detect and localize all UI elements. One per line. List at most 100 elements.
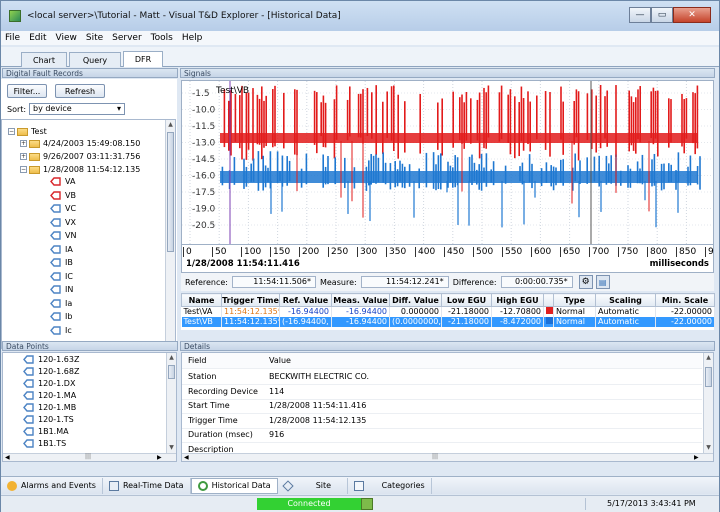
scroll-thumb[interactable] bbox=[705, 367, 712, 387]
tree-signal[interactable]: VN bbox=[50, 231, 76, 240]
tag-icon bbox=[23, 355, 34, 364]
expand-icon[interactable]: + bbox=[20, 153, 27, 160]
tree-record[interactable]: − 1/28/2008 11:54:12.135 bbox=[20, 165, 140, 174]
column-header[interactable]: Scaling bbox=[595, 293, 656, 307]
close-button[interactable]: ✕ bbox=[673, 7, 711, 23]
table-cell: -22.00000 bbox=[655, 306, 715, 317]
tree-signal[interactable]: Ic bbox=[50, 326, 72, 335]
chart-settings-icon[interactable]: ▤ bbox=[595, 275, 610, 289]
tab-historical-data[interactable]: Historical Data bbox=[190, 477, 278, 494]
scroll-up-icon[interactable]: ▲ bbox=[168, 354, 175, 362]
difference-value[interactable]: 0:00:00.735* bbox=[500, 276, 573, 288]
scroll-left-icon[interactable]: ◀ bbox=[184, 454, 189, 461]
scroll-thumb[interactable] bbox=[168, 365, 175, 379]
x-tick-label: 700 bbox=[592, 247, 610, 257]
color-swatch[interactable] bbox=[546, 317, 553, 324]
data-point-item[interactable]: 120-1.68Z bbox=[23, 367, 79, 376]
column-header[interactable]: Trigger Time bbox=[221, 293, 280, 307]
menu-server[interactable]: Server bbox=[112, 33, 142, 43]
column-header[interactable]: Diff. Value bbox=[389, 293, 442, 307]
column-header[interactable]: Min. Scale bbox=[655, 293, 715, 307]
data-points-scrollbar[interactable]: ▲ ▼ bbox=[166, 353, 176, 453]
data-point-item[interactable]: 120-1.DX bbox=[23, 379, 75, 388]
tree-signal[interactable]: IB bbox=[50, 258, 73, 267]
details-value: 114 bbox=[269, 386, 285, 396]
tree-signal[interactable]: IC bbox=[50, 272, 73, 281]
color-swatch[interactable] bbox=[546, 307, 553, 315]
menu-help[interactable]: Help bbox=[182, 33, 203, 43]
scroll-left-icon[interactable]: ◀ bbox=[5, 454, 10, 461]
scroll-right-icon[interactable]: ▶ bbox=[157, 454, 162, 461]
tab-query[interactable]: Query bbox=[69, 52, 121, 67]
column-header[interactable]: High EGU bbox=[491, 293, 544, 307]
tree-signal[interactable]: IN bbox=[50, 285, 73, 294]
menu-file[interactable]: File bbox=[5, 33, 20, 43]
signals-graph[interactable]: -1.5 -10.0 -11.5 -13.0 -14.5 -16.0 -17.5 -19.0 -… bbox=[181, 80, 714, 245]
menu-view[interactable]: View bbox=[56, 33, 77, 43]
categories-icon bbox=[353, 480, 364, 491]
tree-signal[interactable]: Ib bbox=[50, 312, 72, 321]
data-point-item[interactable]: 120-1.TS bbox=[23, 415, 74, 424]
tab-chart[interactable]: Chart bbox=[21, 52, 67, 67]
scroll-right-icon[interactable]: ▶ bbox=[694, 454, 699, 461]
data-point-item[interactable]: 1B1.TS bbox=[23, 439, 66, 448]
collapse-icon[interactable]: − bbox=[20, 166, 27, 173]
tree-root[interactable]: − Test bbox=[8, 127, 47, 136]
column-header[interactable]: Name bbox=[181, 293, 222, 307]
filter-button[interactable]: Filter... bbox=[7, 84, 47, 98]
minimize-button[interactable]: — bbox=[629, 7, 651, 23]
tab-alarms-events[interactable]: Alarms and Events bbox=[1, 477, 103, 494]
column-header[interactable]: Type bbox=[553, 293, 596, 307]
scroll-up-icon[interactable]: ▲ bbox=[705, 354, 712, 362]
tab-dfr[interactable]: DFR bbox=[123, 51, 163, 67]
tab-real-time-data[interactable]: Real-Time Data bbox=[103, 477, 191, 494]
x-tick-mark bbox=[473, 247, 474, 257]
time-unit: milliseconds bbox=[649, 259, 709, 269]
tree-record[interactable]: +9/26/2007 03:11:31.756 bbox=[20, 152, 140, 161]
reference-value[interactable]: 11:54:11.506* bbox=[231, 276, 316, 288]
refresh-button[interactable]: Refresh bbox=[55, 84, 105, 98]
sort-select[interactable]: by device ▾ bbox=[29, 103, 125, 115]
menu-edit[interactable]: Edit bbox=[29, 33, 46, 43]
tree-signal[interactable]: VX bbox=[50, 218, 76, 227]
scroll-down-icon[interactable]: ▼ bbox=[705, 444, 712, 452]
bell-icon bbox=[7, 480, 17, 491]
measure-value[interactable]: 11:54:12.241* bbox=[360, 276, 449, 288]
folder-icon bbox=[29, 165, 40, 174]
tab-categories[interactable]: Categories bbox=[348, 477, 432, 494]
tree-record[interactable]: +4/24/2003 15:49:08.150 bbox=[20, 139, 140, 148]
x-tick-mark bbox=[618, 247, 619, 257]
gear-icon[interactable]: ⚙ bbox=[578, 275, 593, 289]
collapse-icon[interactable]: − bbox=[8, 128, 15, 135]
column-header[interactable]: Low EGU bbox=[441, 293, 492, 307]
tree-signal[interactable]: IA bbox=[50, 245, 73, 254]
scroll-down-icon[interactable]: ▼ bbox=[168, 444, 175, 452]
details-hscroll[interactable]: ◀ ||| ▶ bbox=[182, 453, 713, 461]
details-scrollbar[interactable]: ▲ ▼ bbox=[703, 353, 713, 453]
tree-signal[interactable]: VB bbox=[50, 191, 76, 200]
tree-signal[interactable]: VC bbox=[50, 204, 76, 213]
data-point-label: 120-1.MA bbox=[38, 391, 77, 400]
expand-icon[interactable]: + bbox=[20, 140, 27, 147]
column-header[interactable]: Ref. Value bbox=[279, 293, 332, 307]
tree-signal[interactable]: Ia bbox=[50, 299, 72, 308]
menu-tools[interactable]: Tools bbox=[151, 33, 173, 43]
scroll-grip-icon: ||| bbox=[85, 453, 92, 460]
data-point-item[interactable]: 120-1.MA bbox=[23, 391, 76, 400]
column-header[interactable] bbox=[543, 293, 554, 307]
data-point-item[interactable]: 1B1.MA bbox=[23, 427, 69, 436]
scroll-thumb[interactable] bbox=[167, 132, 174, 252]
maximize-button[interactable]: ▭ bbox=[651, 7, 673, 23]
menu-site[interactable]: Site bbox=[86, 33, 103, 43]
tree-signal[interactable]: VA bbox=[50, 177, 75, 186]
table-row[interactable]: Test\VB 11:54:12.135* (-16.94400, - -16.944… bbox=[181, 316, 715, 327]
column-header[interactable]: Meas. Value bbox=[331, 293, 390, 307]
data-points-hscroll[interactable]: ◀ ||| ▶ bbox=[3, 453, 176, 461]
data-point-item[interactable]: 120-1.63Z bbox=[23, 355, 79, 364]
tab-site[interactable]: Site bbox=[278, 477, 348, 494]
status-divider bbox=[585, 498, 586, 510]
scroll-up-icon[interactable]: ▲ bbox=[167, 121, 174, 129]
table-row[interactable]: Test\VA 11:54:12.135* -16.94400 -16.94400 0.… bbox=[181, 306, 715, 317]
tree-scrollbar[interactable]: ▲ ▼ bbox=[165, 120, 175, 348]
data-point-item[interactable]: 120-1.MB bbox=[23, 403, 76, 412]
